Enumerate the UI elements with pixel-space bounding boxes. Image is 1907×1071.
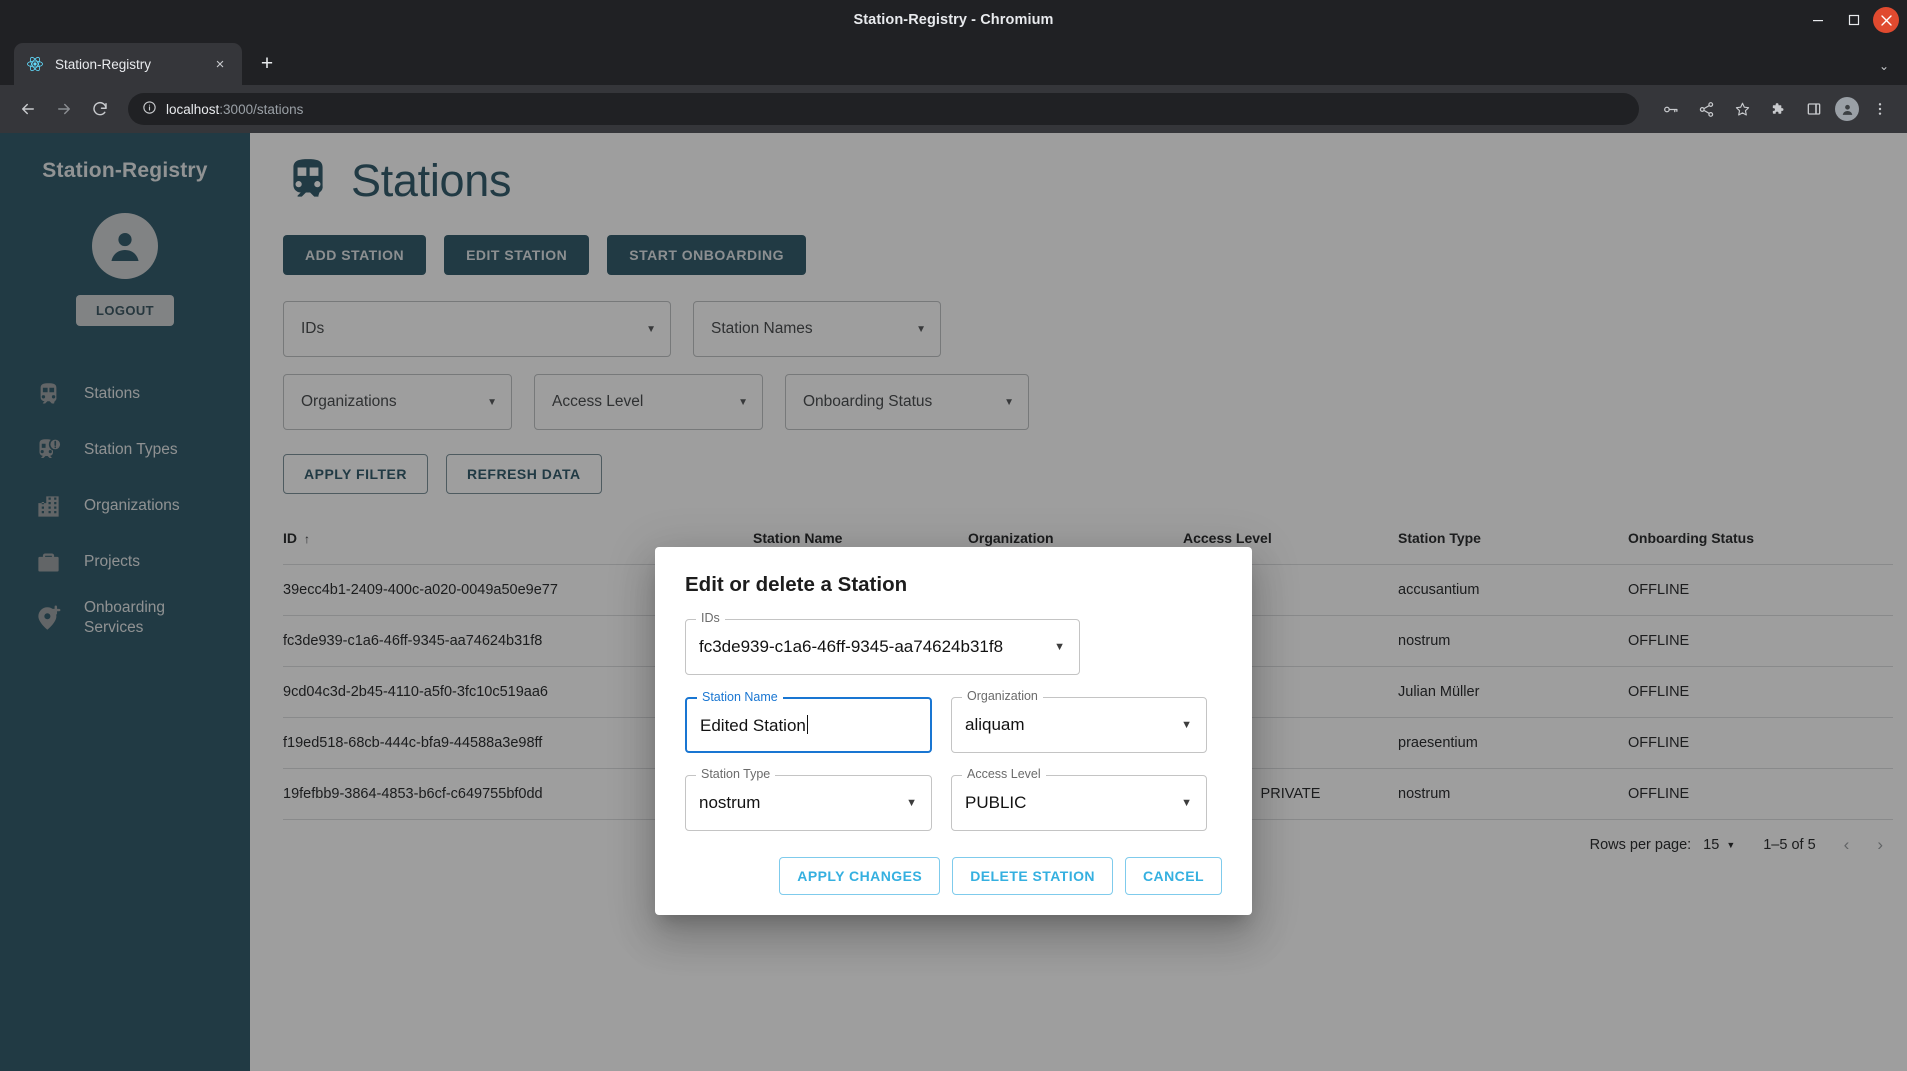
new-tab-button[interactable]: + — [249, 46, 285, 82]
password-key-icon[interactable] — [1655, 94, 1685, 124]
access-level-select[interactable]: Access Level PUBLIC ▼ — [951, 768, 1207, 831]
apply-changes-button[interactable]: APPLY CHANGES — [779, 857, 941, 895]
organization-value: aliquam — [965, 715, 1025, 734]
forward-icon[interactable] — [48, 93, 80, 125]
station-name-input[interactable]: Station Name Edited Station — [685, 691, 932, 753]
maximize-button[interactable] — [1837, 3, 1871, 37]
organization-label: Organization — [962, 690, 1043, 703]
browser-window: Station-Registry - Chromium Station-Regi… — [0, 0, 1907, 1071]
minimize-button[interactable] — [1801, 3, 1835, 37]
station-type-label: Station Type — [696, 768, 776, 781]
extensions-puzzle-icon[interactable] — [1763, 94, 1793, 124]
chevron-down-icon: ▼ — [906, 797, 917, 809]
text-cursor — [806, 714, 808, 734]
chevron-down-icon: ▼ — [1054, 641, 1065, 653]
window-title: Station-Registry - Chromium — [853, 12, 1054, 28]
back-icon[interactable] — [12, 93, 44, 125]
chevron-down-icon: ▼ — [1181, 719, 1192, 731]
modal-row-ids: IDs fc3de939-c1a6-46ff-9345-aa74624b31f8… — [685, 612, 1222, 675]
ids-select[interactable]: IDs fc3de939-c1a6-46ff-9345-aa74624b31f8… — [685, 612, 1080, 675]
ids-value: fc3de939-c1a6-46ff-9345-aa74624b31f8 — [699, 637, 1004, 656]
modal-row-name-org: Station Name Edited Station Organization… — [685, 690, 1222, 753]
browser-toolbar: localhost:3000/stations — [0, 85, 1907, 133]
url-path: :3000/stations — [219, 101, 304, 117]
modal-title: Edit or delete a Station — [685, 573, 908, 596]
url-text: localhost:3000/stations — [166, 102, 303, 117]
window-titlebar: Station-Registry - Chromium — [0, 0, 1907, 40]
side-panel-icon[interactable] — [1799, 94, 1829, 124]
info-circle-icon[interactable] — [142, 100, 157, 118]
access-level-value: PUBLIC — [965, 793, 1027, 812]
browser-tab[interactable]: Station-Registry × — [14, 43, 242, 85]
organization-select[interactable]: Organization aliquam ▼ — [951, 690, 1207, 753]
edit-station-modal: Edit or delete a Station IDs fc3de939-c1… — [655, 547, 1252, 915]
bookmark-star-icon[interactable] — [1727, 94, 1757, 124]
url-host: localhost — [166, 101, 220, 117]
tab-strip: Station-Registry × + ⌄ — [0, 40, 1907, 85]
tab-title: Station-Registry — [55, 56, 152, 72]
delete-station-button[interactable]: DELETE STATION — [952, 857, 1113, 895]
modal-action-row: APPLY CHANGES DELETE STATION CANCEL — [685, 857, 1222, 895]
chevron-down-icon: ▼ — [1181, 797, 1192, 809]
close-icon[interactable]: × — [210, 54, 230, 74]
station-name-value: Edited Station — [700, 714, 808, 735]
ids-label: IDs — [696, 612, 725, 625]
more-menu-icon[interactable] — [1865, 94, 1895, 124]
window-controls — [1801, 0, 1899, 40]
station-type-select[interactable]: Station Type nostrum ▼ — [685, 768, 932, 831]
toolbar-icons — [1651, 94, 1895, 124]
station-name-label: Station Name — [697, 691, 783, 704]
close-button[interactable] — [1873, 7, 1899, 33]
share-icon[interactable] — [1691, 94, 1721, 124]
chevron-down-icon[interactable]: ⌄ — [1879, 59, 1889, 73]
react-logo-icon — [26, 55, 44, 73]
access-level-label: Access Level — [962, 768, 1046, 781]
profile-avatar-icon[interactable] — [1835, 97, 1859, 121]
page-viewport: Station-Registry LOGOUT Stations Station… — [0, 133, 1907, 1071]
reload-icon[interactable] — [84, 93, 116, 125]
modal-row-type-access: Station Type nostrum ▼ Access Level PUBL… — [685, 768, 1222, 831]
address-bar[interactable]: localhost:3000/stations — [128, 93, 1639, 125]
cancel-button[interactable]: CANCEL — [1124, 857, 1222, 895]
station-type-value: nostrum — [699, 793, 761, 812]
